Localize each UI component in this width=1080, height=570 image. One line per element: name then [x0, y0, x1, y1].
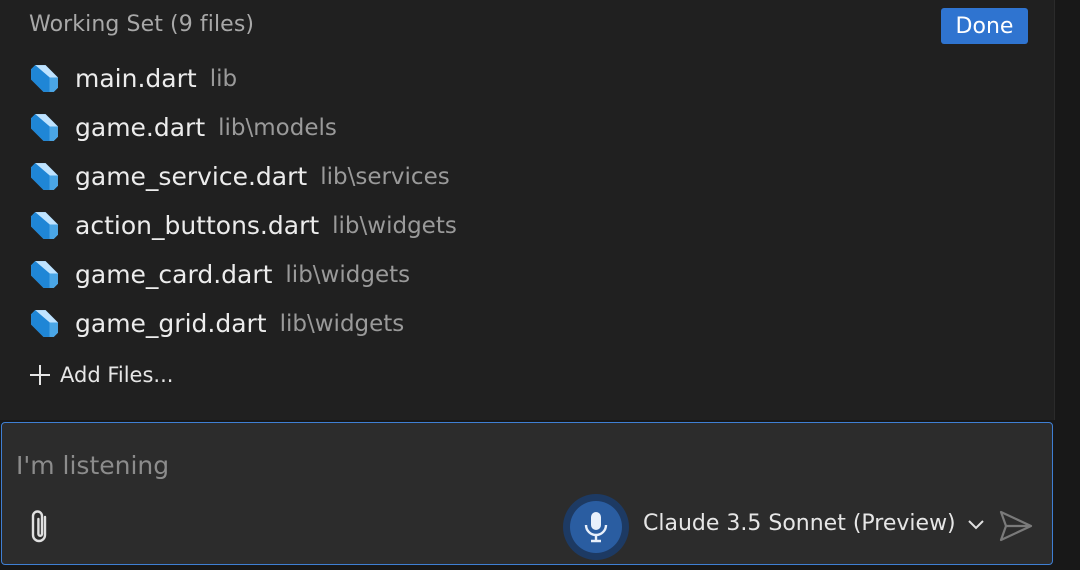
dart-file-icon — [31, 212, 58, 239]
chat-input-placeholder[interactable]: I'm listening — [16, 451, 169, 480]
file-path: lib\models — [218, 114, 337, 141]
working-set-file-item[interactable]: action_buttons.dart lib\widgets — [28, 201, 457, 250]
dart-file-icon — [31, 261, 58, 288]
file-path: lib\widgets — [279, 310, 405, 337]
working-set-title: Working Set (9 files) — [29, 12, 255, 37]
dart-file-icon — [31, 65, 58, 92]
working-set-panel: Working Set (9 files) Done main.dart lib — [0, 0, 1055, 420]
add-files-label: Add Files... — [60, 363, 174, 387]
dart-file-icon — [31, 114, 58, 141]
file-path: lib\services — [320, 163, 450, 190]
file-name: game_grid.dart — [75, 309, 267, 338]
working-set-file-item[interactable]: game_card.dart lib\widgets — [28, 250, 457, 299]
microphone-button-inner — [570, 501, 622, 553]
working-set-file-list: main.dart lib game.dart lib\models game_… — [28, 54, 457, 348]
working-set-file-item[interactable]: game_service.dart lib\services — [28, 152, 457, 201]
file-path: lib — [209, 65, 238, 92]
file-name: game.dart — [75, 113, 206, 142]
microphone-icon — [584, 512, 608, 543]
add-files-button[interactable]: Add Files... — [28, 363, 173, 387]
dart-file-icon — [31, 310, 58, 337]
model-picker[interactable]: Claude 3.5 Sonnet (Preview) — [643, 511, 986, 536]
done-button[interactable]: Done — [941, 8, 1028, 44]
working-set-file-item[interactable]: game_grid.dart lib\widgets — [28, 299, 457, 348]
microphone-button[interactable] — [563, 494, 629, 560]
chat-input-box[interactable]: I'm listening Claude 3.5 Sonnet (Preview… — [1, 422, 1053, 565]
paperclip-icon[interactable] — [26, 508, 56, 546]
send-icon[interactable] — [998, 509, 1034, 543]
working-set-file-item[interactable]: game.dart lib\models — [28, 103, 457, 152]
file-path: lib\widgets — [285, 261, 411, 288]
working-set-file-item[interactable]: main.dart lib — [28, 54, 457, 103]
file-name: game_card.dart — [75, 260, 273, 289]
chevron-down-icon — [967, 519, 984, 529]
dart-file-icon — [31, 163, 58, 190]
file-path: lib\widgets — [332, 212, 457, 239]
file-name: game_service.dart — [75, 162, 308, 191]
file-name: main.dart — [75, 64, 197, 93]
plus-icon — [30, 365, 50, 385]
file-name: action_buttons.dart — [75, 211, 320, 240]
model-label: Claude 3.5 Sonnet (Preview) — [643, 511, 956, 536]
chat-view: Working Set (9 files) Done main.dart lib — [0, 0, 1080, 570]
